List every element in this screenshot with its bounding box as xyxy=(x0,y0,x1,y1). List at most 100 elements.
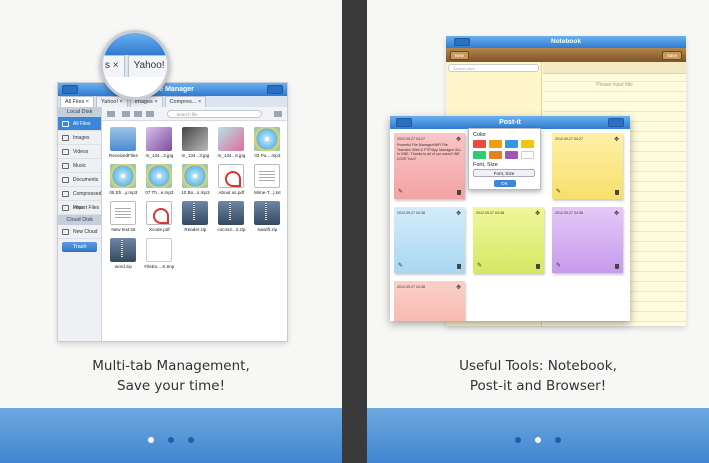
sidebar-item-label: Images xyxy=(73,135,90,141)
sidebar-item-label: Import Files xyxy=(73,205,100,211)
sidebar-item-music[interactable]: Music xyxy=(58,159,102,173)
zip-icon xyxy=(254,201,281,225)
file-item[interactable]: word.zip xyxy=(106,238,140,269)
caption-line-1: Multi-tab Management, xyxy=(92,358,250,374)
screen-button[interactable] xyxy=(267,85,283,94)
file-item[interactable]: cocos2...2.zip xyxy=(214,201,248,232)
file-item[interactable]: FileEx....S.tmp xyxy=(142,238,176,269)
pencil-icon[interactable]: ✎ xyxy=(556,188,561,195)
move-icon[interactable]: ✥ xyxy=(456,210,461,217)
zip-icon xyxy=(218,201,245,225)
folder-icon xyxy=(62,121,69,127)
sidebar-item-compressed[interactable]: Compressed Files xyxy=(58,187,102,211)
tab-compressed[interactable]: Compres... × xyxy=(164,96,207,107)
music-cd-icon xyxy=(146,164,173,188)
page-dot-3[interactable] xyxy=(188,437,194,443)
file-item[interactable]: New text.txt xyxy=(106,201,140,232)
page-dot-3[interactable] xyxy=(555,437,561,443)
move-icon[interactable]: ✥ xyxy=(535,210,540,217)
magnifier-zoom: s × Yahoo! xyxy=(100,30,170,100)
file-item[interactable]: 05 Eh...y.mp3 xyxy=(106,164,140,195)
sidebar-item-all-files[interactable]: All Files xyxy=(58,117,102,131)
font-size-button[interactable]: Font, Size xyxy=(473,169,535,177)
tab-all-files[interactable]: All Files × xyxy=(60,96,94,107)
color-swatch[interactable] xyxy=(521,140,534,148)
move-icon[interactable]: ✥ xyxy=(614,210,619,217)
file-browser: Search file ReceivedFiles m_134...3.jpg m_… xyxy=(102,107,287,341)
file-name: ReceivedFiles xyxy=(108,153,138,158)
color-swatch[interactable] xyxy=(473,140,486,148)
search-file-input[interactable]: Search file xyxy=(167,110,263,118)
file-item[interactable]: m_134...6.jpg xyxy=(214,127,248,158)
sticky-note[interactable]: 2012.09.27 04:38 ✥ ✎ xyxy=(394,207,465,273)
back-icon[interactable] xyxy=(107,111,116,117)
trash-icon[interactable] xyxy=(615,264,619,269)
add-note-button[interactable] xyxy=(608,118,624,127)
sort-icon[interactable] xyxy=(146,111,155,117)
file-item[interactable]: ReceivedFiles xyxy=(106,127,140,158)
trash-icon[interactable] xyxy=(615,190,619,195)
save-note-button[interactable]: Save xyxy=(661,50,682,60)
file-item[interactable]: Reader.zip xyxy=(178,201,212,232)
menu-button[interactable] xyxy=(62,85,78,94)
grid-view-icon[interactable] xyxy=(122,111,131,117)
file-item[interactable]: About us.pdf xyxy=(214,164,248,195)
sidebar-item-label: Documents xyxy=(73,177,99,183)
page-dot-2[interactable] xyxy=(168,437,174,443)
color-swatch[interactable] xyxy=(489,151,502,159)
title-input[interactable]: Please input title xyxy=(543,82,686,88)
sidebar-item-import[interactable]: Import Files xyxy=(58,201,102,215)
file-item[interactable]: 03 Pu....mp3 xyxy=(250,127,284,158)
sidebar-item-label: Music xyxy=(73,163,87,169)
sidebar-item-label: Videos xyxy=(73,149,89,155)
file-item[interactable]: m_134...3.jpg xyxy=(142,127,176,158)
trash-icon[interactable] xyxy=(457,264,461,269)
sidebar-item-images[interactable]: Images xyxy=(58,131,102,145)
font-size-label: Font, Size xyxy=(473,162,498,168)
trash-icon[interactable] xyxy=(457,190,461,195)
file-item[interactable]: 07 Th...e.mp3 xyxy=(142,164,176,195)
menu-button[interactable] xyxy=(396,118,412,127)
file-item[interactable]: m_134...3.jpg xyxy=(178,127,212,158)
sidebar-item-documents[interactable]: Documents xyxy=(58,173,102,187)
notebook-search-input[interactable]: Search here xyxy=(448,64,539,72)
sticky-note[interactable]: 2012.09.27 04:27 ✥ ✎ xyxy=(552,133,623,199)
menu-button[interactable] xyxy=(454,38,470,46)
file-item[interactable]: swwift.zip xyxy=(250,201,284,232)
sticky-note[interactable]: 2012.09.27 04:38 ✥ xyxy=(394,281,465,321)
color-swatch[interactable] xyxy=(505,140,518,148)
color-swatch[interactable] xyxy=(505,151,518,159)
page-dot-1[interactable] xyxy=(148,437,154,443)
file-item[interactable]: Mime-T...).txt xyxy=(250,164,284,195)
zip-icon xyxy=(110,238,137,262)
new-note-button[interactable]: New xyxy=(450,50,470,60)
pdf-icon xyxy=(146,201,173,225)
page-dot-1[interactable] xyxy=(515,437,521,443)
pencil-icon[interactable]: ✎ xyxy=(398,188,403,195)
move-icon[interactable]: ✥ xyxy=(614,136,619,143)
color-swatch[interactable] xyxy=(521,151,534,159)
file-item[interactable]: 10 Bo...s.mp3 xyxy=(178,164,212,195)
trash-button[interactable]: Trash xyxy=(62,242,98,252)
page-dot-2[interactable] xyxy=(535,437,541,443)
move-icon[interactable]: ✥ xyxy=(456,136,461,143)
pencil-icon[interactable]: ✎ xyxy=(398,262,403,269)
sticky-note[interactable]: 2012.09.27 04:38 ✥ ✎ xyxy=(473,207,544,273)
ok-button[interactable]: OK xyxy=(493,180,516,187)
color-swatch[interactable] xyxy=(473,151,486,159)
pencil-icon[interactable]: ✎ xyxy=(477,262,482,269)
color-swatch[interactable] xyxy=(489,140,502,148)
sticky-note[interactable]: 2012.09.27 04:27 Powerful File Manager/Wi… xyxy=(394,133,465,199)
file-item[interactable]: Xcode.pdf xyxy=(142,201,176,232)
left-feature-panel: File Manager All Files × Yahoo! × Images… xyxy=(0,0,342,463)
sticky-note[interactable]: 2012.09.27 04:38 ✥ ✎ xyxy=(552,207,623,273)
file-name: m_134...6.jpg xyxy=(217,153,246,158)
sidebar-item-videos[interactable]: Videos xyxy=(58,145,102,159)
notebook-title: Notebook xyxy=(551,38,581,45)
edit-icon[interactable] xyxy=(274,111,283,117)
sidebar-item-new-cloud[interactable]: New Cloud xyxy=(58,225,102,239)
pencil-icon[interactable]: ✎ xyxy=(556,262,561,269)
trash-icon[interactable] xyxy=(536,264,540,269)
move-icon[interactable]: ✥ xyxy=(456,284,461,291)
list-view-icon[interactable] xyxy=(134,111,143,117)
